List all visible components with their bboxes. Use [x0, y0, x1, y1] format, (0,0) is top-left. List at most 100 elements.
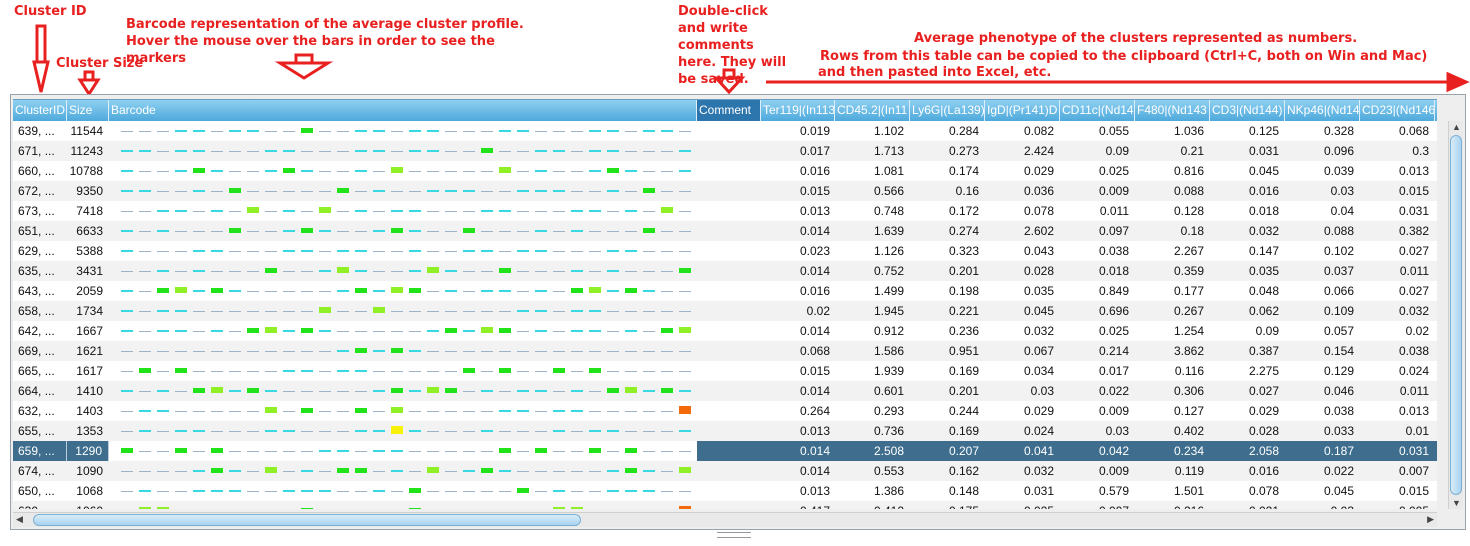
- cell-comment[interactable]: [697, 501, 761, 509]
- cell-value[interactable]: 0.027: [1360, 241, 1435, 261]
- barcode-bar[interactable]: [319, 131, 331, 132]
- cell-value[interactable]: 0.068: [1360, 121, 1435, 141]
- barcode-bar[interactable]: [373, 490, 385, 492]
- barcode-bar[interactable]: [625, 330, 637, 332]
- barcode-bar[interactable]: [517, 211, 529, 212]
- barcode-bar[interactable]: [355, 451, 367, 452]
- cell-value[interactable]: 0.323: [910, 241, 985, 261]
- barcode-bar[interactable]: [121, 448, 133, 453]
- barcode-bar[interactable]: [193, 490, 205, 492]
- cell-value[interactable]: 0.16: [910, 181, 985, 201]
- barcode-bar[interactable]: [355, 408, 367, 413]
- barcode-bar[interactable]: [409, 508, 421, 509]
- barcode-bar[interactable]: [337, 131, 349, 132]
- cell-value[interactable]: 0.752: [835, 261, 910, 281]
- barcode-bar[interactable]: [517, 451, 529, 452]
- barcode-bar[interactable]: [679, 311, 691, 312]
- barcode-bar[interactable]: [499, 431, 511, 432]
- cell-value[interactable]: 0.039: [1285, 161, 1360, 181]
- barcode-bar[interactable]: [139, 150, 151, 152]
- column-header-size[interactable]: Size: [67, 100, 109, 121]
- barcode-bar[interactable]: [679, 390, 691, 392]
- barcode-bar[interactable]: [607, 451, 619, 452]
- barcode-bar[interactable]: [535, 390, 547, 392]
- cell-value[interactable]: 0.402: [1135, 421, 1210, 441]
- cell-value[interactable]: 0.234: [1135, 441, 1210, 461]
- barcode-bar[interactable]: [607, 250, 619, 252]
- barcode-bar[interactable]: [643, 431, 655, 432]
- barcode-bar[interactable]: [283, 131, 295, 132]
- barcode-bar[interactable]: [409, 451, 421, 452]
- cell-comment[interactable]: [697, 241, 761, 261]
- cell-value[interactable]: 0.553: [835, 461, 910, 481]
- barcode-bar[interactable]: [607, 190, 619, 192]
- barcode-bar[interactable]: [553, 430, 565, 432]
- cell-cluster-id[interactable]: 650, ...: [13, 481, 67, 501]
- barcode-bar[interactable]: [373, 211, 385, 212]
- barcode-bar[interactable]: [481, 131, 493, 132]
- barcode-bar[interactable]: [445, 131, 457, 132]
- barcode-bar[interactable]: [679, 291, 691, 292]
- barcode-bar[interactable]: [571, 288, 583, 293]
- barcode-bar[interactable]: [661, 191, 673, 192]
- barcode-bar[interactable]: [139, 430, 151, 432]
- cell-barcode[interactable]: [109, 401, 697, 421]
- cell-value[interactable]: 0.201: [910, 261, 985, 281]
- cell-value[interactable]: 0.013: [1360, 401, 1435, 421]
- barcode-bar[interactable]: [211, 311, 223, 312]
- barcode-bar[interactable]: [517, 171, 529, 172]
- barcode-bar[interactable]: [193, 371, 205, 372]
- cell-size[interactable]: 10788: [67, 161, 109, 181]
- barcode-bar[interactable]: [391, 388, 403, 393]
- barcode-bar[interactable]: [517, 291, 529, 292]
- barcode-bar[interactable]: [157, 131, 169, 132]
- barcode-bar[interactable]: [301, 271, 313, 272]
- barcode-bar[interactable]: [373, 230, 385, 232]
- barcode-bar[interactable]: [499, 491, 511, 492]
- barcode-bar[interactable]: [247, 271, 259, 272]
- barcode-bar[interactable]: [211, 191, 223, 192]
- barcode-bar[interactable]: [211, 231, 223, 232]
- barcode-bar[interactable]: [337, 311, 349, 312]
- cell-value[interactable]: 0.013: [1360, 161, 1435, 181]
- cell-value[interactable]: 0.175: [910, 501, 985, 509]
- cell-cluster-id[interactable]: 672, ...: [13, 181, 67, 201]
- cell-value[interactable]: 0.066: [1285, 281, 1360, 301]
- cell-value[interactable]: 0.382: [1360, 221, 1435, 241]
- barcode-bar[interactable]: [481, 371, 493, 372]
- barcode-bar[interactable]: [589, 287, 601, 293]
- cell-barcode[interactable]: [109, 501, 697, 509]
- barcode-bar[interactable]: [337, 431, 349, 432]
- barcode-bar[interactable]: [553, 131, 565, 132]
- barcode-bar[interactable]: [319, 471, 331, 472]
- barcode-bar[interactable]: [481, 210, 493, 212]
- barcode-bar[interactable]: [301, 151, 313, 152]
- barcode-bar[interactable]: [589, 150, 601, 152]
- barcode-bar[interactable]: [355, 491, 367, 492]
- barcode-bar[interactable]: [139, 368, 151, 373]
- cell-value[interactable]: 0.579: [1060, 481, 1135, 501]
- cell-value[interactable]: 0.032: [985, 461, 1060, 481]
- barcode-bar[interactable]: [409, 210, 421, 212]
- barcode-bar[interactable]: [247, 351, 259, 352]
- barcode-bar[interactable]: [229, 211, 241, 212]
- barcode-bar[interactable]: [211, 387, 223, 393]
- cell-value[interactable]: 0.244: [910, 401, 985, 421]
- barcode-bar[interactable]: [301, 170, 313, 172]
- barcode-bar[interactable]: [283, 191, 295, 192]
- cell-cluster-id[interactable]: 674, ...: [13, 461, 67, 481]
- barcode-bar[interactable]: [409, 171, 421, 172]
- cell-value[interactable]: 0.03: [985, 381, 1060, 401]
- barcode-bar[interactable]: [373, 290, 385, 292]
- barcode-bar[interactable]: [679, 131, 691, 132]
- cell-value[interactable]: 1.254: [1135, 321, 1210, 341]
- barcode-bar[interactable]: [589, 391, 601, 392]
- barcode-bar[interactable]: [265, 170, 277, 172]
- barcode-bar[interactable]: [535, 310, 547, 312]
- barcode-bar[interactable]: [427, 431, 439, 432]
- cell-value[interactable]: 2.602: [985, 221, 1060, 241]
- cell-value[interactable]: 0.011: [1360, 261, 1435, 281]
- cell-barcode[interactable]: [109, 181, 697, 201]
- barcode-bar[interactable]: [175, 448, 187, 453]
- barcode-bar[interactable]: [427, 451, 439, 452]
